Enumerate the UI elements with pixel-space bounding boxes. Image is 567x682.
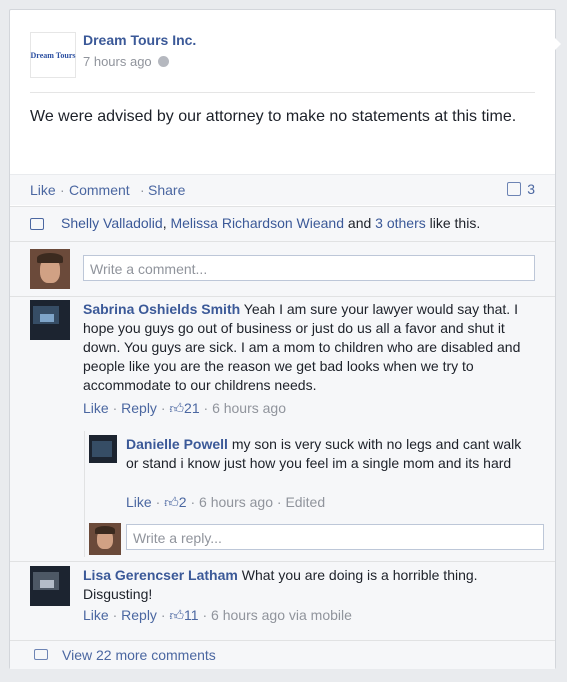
commenter-avatar[interactable] (30, 566, 70, 606)
comment-body: Lisa Gerencser Latham What you are doing… (83, 566, 535, 604)
comment-time[interactable]: 6 hours ago via mobile (211, 607, 352, 623)
reply-body: Danielle Powell my son is very suck with… (126, 435, 526, 473)
thumbs-up-icon (30, 216, 44, 232)
comment-meta: Like · Reply · 👍︎11 · 6 hours ago via mo… (83, 607, 352, 623)
comment-count-value: 3 (527, 181, 535, 197)
comment-input[interactable]: Write a comment... (83, 255, 535, 281)
post-body: We were advised by our attorney to make … (30, 108, 517, 125)
reply-thread: Danielle Powell my son is very suck with… (84, 431, 551, 557)
reply-like-button[interactable]: Like (126, 494, 152, 510)
commenter-avatar[interactable] (30, 300, 70, 340)
view-more-label[interactable]: View 22 more comments (62, 647, 216, 663)
logo-text: Dream Tours (30, 50, 76, 60)
comment-like-count[interactable]: 11 (184, 607, 199, 623)
liker-link[interactable]: Shelly Valladolid (61, 215, 163, 231)
comment-reply-button[interactable]: Reply (121, 400, 157, 416)
separator: · (140, 182, 145, 198)
comment-like-count[interactable]: 21 (184, 400, 200, 416)
comment-like-button[interactable]: Like (83, 607, 109, 623)
post-actions-bar: Like · Comment · Share 3 (10, 174, 555, 205)
share-button[interactable]: Share (148, 182, 185, 198)
liker-link[interactable]: Melissa Richardson Wieand (170, 215, 344, 231)
comment-composer: Write a comment... (10, 241, 555, 296)
globe-icon (157, 56, 169, 67)
reply-like-count[interactable]: 2 (179, 494, 187, 510)
thumbs-up-icon: 👍︎ (169, 400, 185, 416)
reply-input[interactable]: Write a reply... (126, 524, 544, 550)
reply-avatar[interactable] (89, 435, 117, 463)
others-link[interactable]: 3 others (375, 215, 426, 231)
replier-name[interactable]: Danielle Powell (126, 436, 228, 452)
page-name-link[interactable]: Dream Tours Inc. (83, 32, 196, 48)
comment-count[interactable]: 3 (507, 181, 535, 197)
separator: · (60, 182, 65, 198)
comment-button[interactable]: Comment (69, 182, 130, 198)
post-time-text: 7 hours ago (83, 54, 152, 69)
comment-icon (507, 182, 522, 196)
comment-body: Sabrina Oshields Smith Yeah I am sure yo… (83, 300, 535, 395)
comment-reply-button[interactable]: Reply (121, 607, 157, 623)
post-header: Dream Tours Dream Tours Inc. 7 hours ago (30, 32, 535, 93)
thumbs-up-icon: 👍︎ (169, 607, 185, 623)
reply-meta: Like · 👍︎2 · 6 hours ago · Edited (126, 494, 326, 510)
comment-bubble-icon (34, 649, 48, 660)
likes-suffix: like this. (429, 215, 481, 231)
avatar[interactable] (30, 249, 70, 289)
post-card: Dream Tours Dream Tours Inc. 7 hours ago… (9, 9, 556, 669)
card-notch (553, 36, 561, 52)
likes-summary: Shelly Valladolid, Melissa Richardson Wi… (10, 206, 555, 241)
comment-meta: Like · Reply · 👍︎21 · 6 hours ago (83, 400, 287, 416)
reply-time[interactable]: 6 hours ago (199, 494, 273, 510)
likes-text: Shelly Valladolid, Melissa Richardson Wi… (61, 215, 481, 231)
edited-label: Edited (285, 494, 326, 510)
thumbs-up-icon: 👍︎ (164, 494, 179, 510)
likes-and: and (347, 215, 372, 231)
comment-item: Lisa Gerencser Latham What you are doing… (10, 561, 555, 640)
post-timestamp[interactable]: 7 hours ago (83, 54, 169, 69)
commenter-name[interactable]: Lisa Gerencser Latham (83, 567, 238, 583)
comment-time[interactable]: 6 hours ago (212, 400, 286, 416)
comment-like-button[interactable]: Like (83, 400, 109, 416)
like-button[interactable]: Like (30, 182, 56, 198)
page-logo[interactable]: Dream Tours (30, 32, 76, 78)
commenter-name[interactable]: Sabrina Oshields Smith (83, 301, 240, 317)
view-more-comments[interactable]: View 22 more comments (10, 640, 555, 669)
avatar[interactable] (89, 523, 121, 555)
